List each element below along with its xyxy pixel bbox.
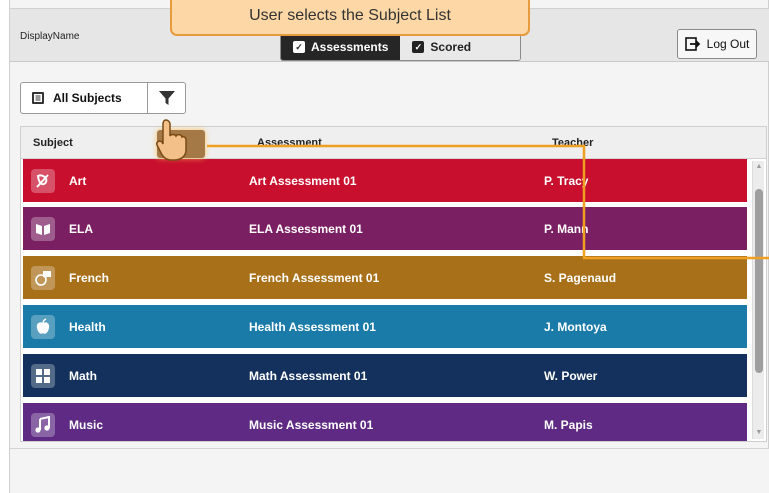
scroll-thumb[interactable] — [755, 189, 763, 373]
music-note-icon — [31, 413, 55, 437]
tab-assessments[interactable]: ✓ Assessments — [281, 34, 401, 60]
vertical-scrollbar[interactable]: ▲ ▼ — [752, 161, 764, 439]
funnel-icon — [158, 91, 175, 105]
row-teacher: M. Papis — [544, 418, 593, 432]
scroll-down-icon[interactable]: ▼ — [755, 429, 763, 437]
row-subject: Music — [69, 418, 104, 432]
checkbox-icon: ✓ — [293, 41, 305, 53]
palette-icon — [31, 169, 55, 193]
table-row[interactable]: Health Health Assessment 01 J. Montoya — [23, 305, 747, 348]
scroll-up-icon[interactable]: ▲ — [755, 163, 763, 171]
row-subject: Health — [69, 320, 106, 334]
calculator-icon — [31, 364, 55, 388]
column-subject[interactable]: Subject — [33, 137, 73, 149]
table-row[interactable]: Math Math Assessment 01 W. Power — [23, 354, 747, 397]
view-toggle: ✓ Assessments ✓ Scored — [280, 33, 522, 61]
book-stack-icon — [32, 92, 44, 104]
row-teacher: W. Power — [544, 369, 598, 383]
row-teacher: P. Tracy — [544, 174, 589, 188]
row-teacher: S. Pagenaud — [544, 271, 617, 285]
table-row[interactable]: Music Music Assessment 01 M. Papis — [23, 403, 747, 441]
row-teacher: J. Montoya — [544, 320, 607, 334]
display-name: DisplayName — [20, 31, 80, 42]
subject-list-label: All Subjects — [53, 91, 122, 105]
book-icon — [31, 217, 55, 241]
row-subject: Math — [69, 369, 97, 383]
row-subject: ELA — [69, 222, 93, 236]
filter-button[interactable] — [148, 82, 186, 114]
apple-icon — [31, 315, 55, 339]
row-assessment: Health Assessment 01 — [249, 320, 376, 334]
assessment-table: Subject Assessment Teacher Art Art Asses… — [20, 126, 767, 442]
footer-bar — [10, 448, 769, 493]
table-row[interactable]: Art Art Assessment 01 P. Tracy — [23, 159, 747, 202]
row-assessment: Math Assessment 01 — [249, 369, 368, 383]
table-row[interactable]: French French Assessment 01 S. Pagenaud — [23, 256, 747, 299]
globe-chat-icon — [31, 266, 55, 290]
app-window: DisplayName ✓ Assessments ✓ Scored Log O… — [9, 0, 769, 493]
callout-text: User selects the Subject List — [249, 7, 451, 24]
logout-icon — [684, 37, 700, 51]
hand-pointer-icon — [156, 119, 187, 161]
subject-list-button[interactable]: All Subjects — [20, 82, 148, 114]
row-assessment: Music Assessment 01 — [249, 418, 374, 432]
tab-assessments-label: Assessments — [311, 40, 389, 54]
row-teacher: P. Mann — [544, 222, 589, 236]
row-assessment: Art Assessment 01 — [249, 174, 357, 188]
column-teacher[interactable]: Teacher — [552, 137, 593, 149]
logout-label: Log Out — [706, 37, 750, 51]
row-assessment: ELA Assessment 01 — [249, 222, 363, 236]
table-header: Subject Assessment Teacher — [21, 127, 766, 159]
subject-filter: All Subjects — [20, 82, 186, 114]
tab-scored-label: Scored — [430, 40, 472, 54]
logout-button[interactable]: Log Out — [677, 29, 757, 59]
tab-scored[interactable]: ✓ Scored — [400, 34, 521, 60]
column-assessment[interactable]: Assessment — [257, 137, 322, 149]
row-assessment: French Assessment 01 — [249, 271, 380, 285]
checkbox-checked-icon: ✓ — [412, 41, 425, 53]
table-row[interactable]: ELA ELA Assessment 01 P. Mann — [23, 207, 747, 250]
instruction-callout: User selects the Subject List — [170, 0, 530, 36]
row-subject: French — [69, 271, 110, 285]
row-subject: Art — [69, 174, 87, 188]
